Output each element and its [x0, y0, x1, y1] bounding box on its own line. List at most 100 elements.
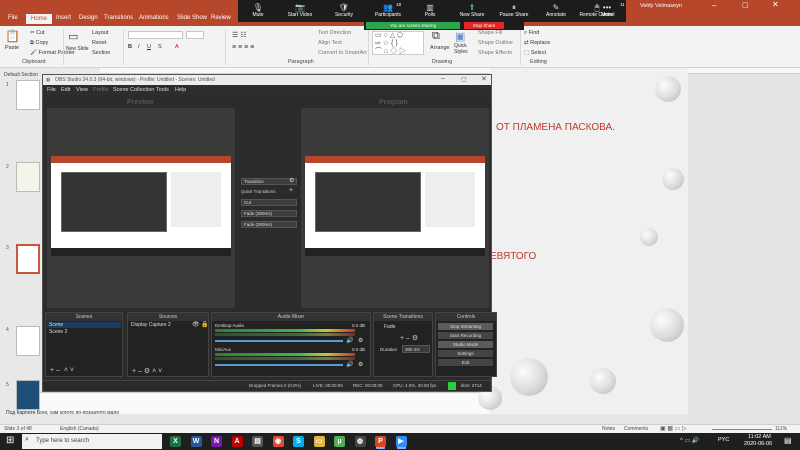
- quick-transition-cut[interactable]: Cut: [241, 199, 297, 206]
- notification-icon[interactable]: ▤: [784, 436, 792, 445]
- slide-canvas[interactable]: ОТ ПЛАМЕНА ПАСКОВА. ЕВЯТОГО: [478, 68, 688, 414]
- chrome-icon[interactable]: ◉: [272, 436, 284, 447]
- replace-button[interactable]: ⇄ Replace: [524, 40, 550, 46]
- shape-fill-button[interactable]: Shape Fill: [478, 30, 502, 36]
- close-icon[interactable]: ✕: [772, 0, 779, 9]
- slide-thumbnail[interactable]: [16, 380, 40, 410]
- speaker-icon[interactable]: 🔊: [346, 337, 353, 344]
- volume-slider[interactable]: [215, 364, 343, 366]
- transition-type-select[interactable]: Fade: [384, 324, 395, 330]
- slide-thumbnail-selected[interactable]: [16, 244, 40, 274]
- zoom-level[interactable]: 111%: [775, 426, 787, 432]
- new-slide-icon[interactable]: ▭: [68, 30, 78, 43]
- add-icon[interactable]: + – ⚙: [400, 334, 418, 342]
- convert-smartart-button[interactable]: Convert to SmartArt: [318, 50, 367, 56]
- view-buttons-icon[interactable]: ▣ ▦ ▭ ▷: [660, 425, 687, 432]
- menu-tools[interactable]: Tools: [156, 87, 169, 93]
- new-share-button[interactable]: ⬆ New Share: [452, 3, 492, 18]
- underline-icon[interactable]: U: [147, 44, 151, 50]
- acrobat-icon[interactable]: A: [231, 436, 243, 447]
- shape-outline-button[interactable]: Shape Outline: [478, 40, 513, 46]
- bullets-icon[interactable]: ☰ ☷: [232, 31, 247, 39]
- zoom-icon[interactable]: ▶: [395, 436, 407, 447]
- notes-toggle[interactable]: Notes: [602, 426, 615, 432]
- utorrent-icon[interactable]: µ: [334, 436, 345, 447]
- add-icon[interactable]: + – ˄ ˅: [50, 367, 74, 374]
- obs-maximize-icon[interactable]: ▢: [461, 76, 467, 83]
- tab-animations[interactable]: Animations: [139, 15, 169, 21]
- security-button[interactable]: 🛡 Security: [324, 3, 364, 18]
- tab-transitions[interactable]: Transitions: [104, 15, 133, 21]
- speaker-icon[interactable]: 🔊: [346, 361, 353, 368]
- layout-button[interactable]: Layout: [92, 30, 109, 36]
- participants-button[interactable]: 👥 Participants: [368, 3, 408, 18]
- zoom-slider[interactable]: [712, 429, 772, 430]
- more-button[interactable]: ••• More: [590, 3, 624, 18]
- lock-icon[interactable]: 🔒: [201, 321, 208, 328]
- menu-help[interactable]: Help: [175, 87, 186, 93]
- quick-styles-icon[interactable]: ▣: [455, 30, 465, 43]
- find-button[interactable]: ⌕ Find: [524, 30, 539, 37]
- gear-icon[interactable]: ⚙: [289, 177, 294, 184]
- files-icon[interactable]: ▤: [252, 436, 263, 447]
- gear-icon[interactable]: ⚙: [358, 361, 363, 368]
- obs-close-icon[interactable]: ✕: [481, 75, 487, 83]
- quick-transition-fade-2[interactable]: Fade (300ms): [241, 221, 297, 228]
- add-icon[interactable]: +: [289, 187, 293, 194]
- tray-icons[interactable]: ^ ▭ 🔊: [680, 437, 699, 444]
- tab-design[interactable]: Design: [79, 15, 98, 21]
- windows-start-icon[interactable]: ⊞: [6, 435, 14, 446]
- tab-home[interactable]: Home: [26, 14, 53, 24]
- settings-button[interactable]: Settings: [438, 350, 493, 357]
- onenote-icon[interactable]: N: [211, 436, 222, 447]
- gear-icon[interactable]: ⚙: [358, 337, 363, 344]
- menu-edit[interactable]: Edit: [61, 87, 70, 93]
- font-name-box[interactable]: [128, 31, 183, 39]
- cut-button[interactable]: ✂ Cut: [30, 30, 45, 36]
- slide-thumbnail[interactable]: [16, 162, 40, 192]
- add-icon[interactable]: + – ⚙ ˄ ˅: [132, 367, 162, 375]
- language-status[interactable]: English (Canada): [60, 426, 99, 432]
- obs-icon[interactable]: ◍: [354, 436, 366, 447]
- minimize-icon[interactable]: –: [712, 1, 716, 10]
- tab-insert[interactable]: Insert: [56, 15, 71, 21]
- new-slide-button[interactable]: New Slide: [66, 46, 89, 52]
- duration-input[interactable]: 300 ms: [402, 345, 430, 353]
- annotate-button[interactable]: ✎ Annotate: [536, 3, 576, 18]
- start-recording-button[interactable]: Start Recording: [438, 332, 493, 339]
- text-direction-button[interactable]: Text Direction: [318, 30, 351, 36]
- tab-file[interactable]: File: [8, 15, 18, 21]
- obs-minimize-icon[interactable]: –: [441, 75, 445, 82]
- stop-share-button[interactable]: Stop Share: [464, 22, 504, 29]
- copy-button[interactable]: ⧉ Copy: [30, 40, 48, 47]
- tab-slide-show[interactable]: Slide Show: [177, 15, 207, 21]
- quick-transition-fade[interactable]: Fade (300ms): [241, 210, 297, 217]
- slide-thumbnail[interactable]: [16, 326, 40, 356]
- align-text-button[interactable]: Align Text: [318, 40, 342, 46]
- select-button[interactable]: ⬚ Select: [524, 50, 546, 56]
- powerpoint-icon[interactable]: P: [375, 436, 386, 447]
- polls-button[interactable]: ▥ Polls: [410, 3, 450, 18]
- explorer-icon[interactable]: ▭: [313, 436, 325, 447]
- menu-scene-collection[interactable]: Scene Collection: [113, 87, 154, 93]
- clock-date[interactable]: 2020-06-06: [744, 441, 772, 447]
- eye-icon[interactable]: 👁: [192, 321, 200, 328]
- slide-thumbnail[interactable]: [16, 80, 40, 110]
- shape-effects-button[interactable]: Shape Effects: [478, 50, 512, 56]
- bold-icon[interactable]: B: [128, 44, 132, 50]
- section-button[interactable]: Section: [92, 50, 110, 56]
- tab-review[interactable]: Review: [211, 15, 231, 21]
- exit-button[interactable]: Exit: [438, 359, 493, 366]
- scene-item[interactable]: Scene 2: [49, 329, 67, 335]
- start-video-button[interactable]: 📷 Start Video: [280, 3, 320, 18]
- reset-button[interactable]: Reset: [92, 40, 106, 46]
- preview-canvas[interactable]: [47, 108, 235, 308]
- scene-item[interactable]: Scene: [49, 322, 63, 328]
- taskbar-search-box[interactable]: ⌕ Type here to search: [22, 434, 162, 449]
- font-size-box[interactable]: [186, 31, 204, 39]
- stop-streaming-button[interactable]: Stop Streaming: [438, 323, 493, 330]
- pause-share-button[interactable]: ⏸ Pause Share: [494, 3, 534, 18]
- studio-mode-button[interactable]: Studio Mode: [438, 341, 493, 348]
- word-icon[interactable]: W: [190, 436, 202, 447]
- strikethrough-icon[interactable]: S: [158, 44, 162, 50]
